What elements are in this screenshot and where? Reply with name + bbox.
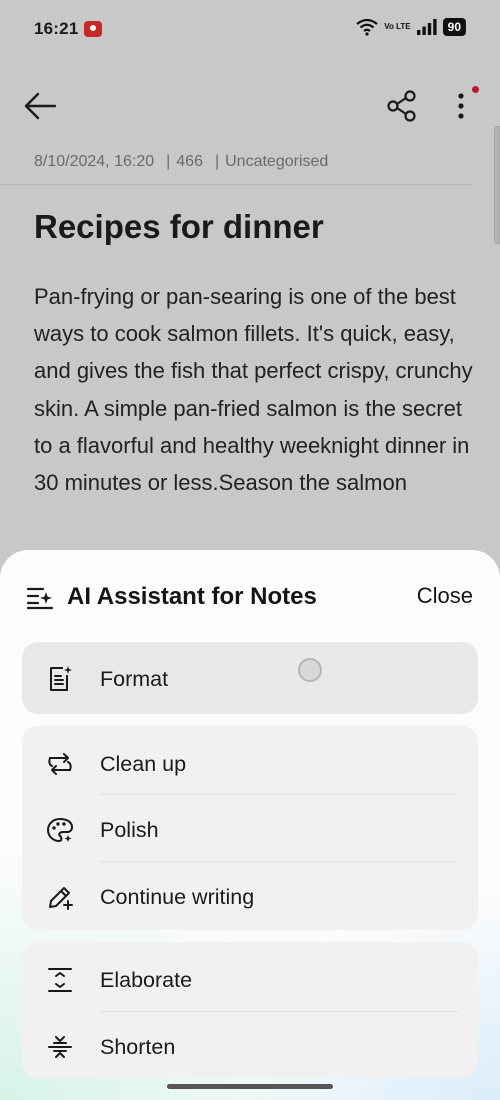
action-label: Shorten (100, 1035, 176, 1059)
volte-label: Vo LTE (384, 22, 411, 31)
note-title[interactable]: Recipes for dinner (34, 208, 324, 246)
item-divider (100, 1011, 458, 1012)
notification-dot (472, 86, 479, 93)
note-toolbar (0, 82, 500, 130)
polish-button[interactable]: Polish (22, 796, 478, 862)
format-button[interactable]: Format (22, 645, 478, 711)
note-category[interactable]: Uncategorised (225, 153, 328, 170)
continue-writing-button[interactable]: Continue writing (22, 863, 478, 929)
note-meta: 8/10/2024, 16:20 | 466 | Uncategorised (34, 153, 334, 171)
item-divider (100, 861, 458, 862)
home-indicator[interactable] (167, 1084, 333, 1089)
ai-action-group: Clean up Polish Continue writing (22, 726, 478, 930)
ai-list-sparkle-icon (26, 587, 54, 610)
status-time: 16:21 (34, 19, 79, 38)
expand-icon (48, 968, 72, 992)
meta-separator: | (214, 153, 220, 170)
sheet-title: AI Assistant for Notes (67, 583, 317, 610)
battery-indicator: 90 (442, 18, 466, 36)
item-divider (100, 794, 458, 795)
clean-up-arrows-icon (48, 753, 72, 775)
scrollbar-thumb[interactable] (494, 126, 500, 244)
action-label: Elaborate (100, 968, 193, 992)
screen-record-icon (84, 21, 102, 37)
clean-up-button[interactable]: Clean up (22, 730, 478, 796)
ai-action-group: Elaborate Shorten (22, 942, 478, 1078)
more-vertical-icon[interactable] (448, 88, 478, 124)
meta-divider (0, 184, 472, 185)
note-word-count: 466 (176, 153, 203, 170)
action-label: Format (100, 667, 169, 691)
note-body[interactable]: Pan-frying or pan-searing is one of the … (34, 278, 474, 501)
ai-action-group: Format (22, 642, 478, 714)
action-label: Continue writing (100, 885, 255, 909)
shorten-button[interactable]: Shorten (22, 1013, 478, 1079)
action-label: Clean up (100, 752, 187, 776)
note-date: 8/10/2024, 16:20 (34, 153, 155, 170)
close-button[interactable]: Close (417, 583, 473, 609)
sheet-header: AI Assistant for Notes Close (0, 550, 500, 642)
action-label: Polish (100, 818, 159, 842)
arrow-left-icon[interactable] (22, 88, 58, 124)
pen-plus-icon (49, 887, 73, 910)
ai-assistant-sheet: AI Assistant for Notes Close Format Clea… (0, 550, 500, 1100)
meta-separator: | (166, 153, 171, 170)
share-icon[interactable] (386, 88, 418, 124)
format-document-icon (50, 666, 72, 691)
signal-icon (416, 19, 437, 35)
status-bar: 16:21 Vo LTE 90 (0, 0, 500, 60)
elaborate-button[interactable]: Elaborate (22, 946, 478, 1012)
loading-indicator (298, 658, 322, 682)
palette-sparkle-icon (47, 818, 73, 842)
wifi-icon (356, 18, 378, 36)
shorten-icon (48, 1036, 72, 1058)
status-icons: Vo LTE 90 (356, 18, 466, 36)
